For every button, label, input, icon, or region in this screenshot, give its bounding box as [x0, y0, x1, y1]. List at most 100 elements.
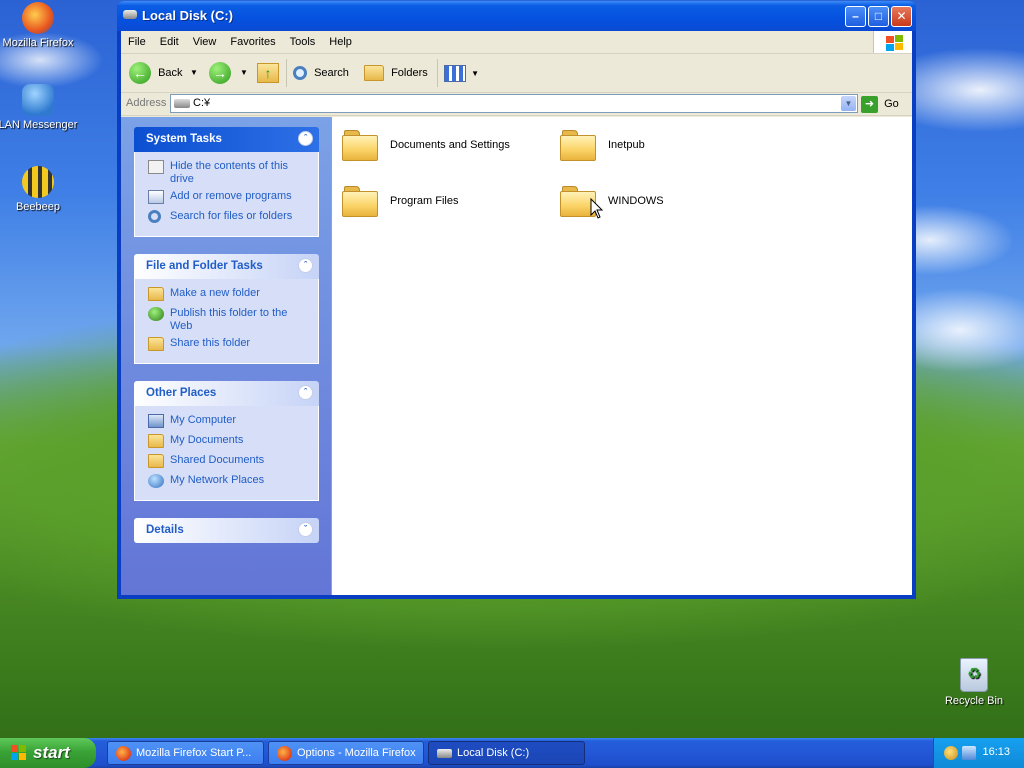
go-arrow-icon: ➜ — [861, 95, 878, 113]
place-my-computer[interactable]: My Computer — [135, 414, 318, 430]
views-button[interactable]: ▼ — [444, 61, 479, 85]
system-tasks-title: System Tasks — [146, 133, 222, 145]
place-my-network-places[interactable]: My Network Places — [135, 474, 318, 490]
other-places-title: Other Places — [146, 387, 217, 399]
folder-item[interactable]: Documents and Settings — [342, 127, 542, 167]
collapse-chevron-icon[interactable]: ˆ — [298, 385, 313, 400]
forward-button[interactable]: → — [209, 61, 231, 85]
folder-icon — [560, 127, 596, 161]
clock[interactable]: 16:13 — [982, 746, 1010, 758]
address-label: Address — [126, 97, 167, 109]
task-add-remove-programs[interactable]: Add or remove programs — [135, 190, 318, 206]
details-title: Details — [146, 524, 184, 536]
desktop-icon-beebeep[interactable]: Beebeep — [0, 166, 78, 213]
folder-name: WINDOWS — [608, 195, 664, 207]
details-header[interactable]: Details ˇ — [134, 518, 319, 543]
other-places-body: My Computer My Documents Shared Document… — [134, 406, 319, 501]
task-label: Add or remove programs — [170, 190, 292, 202]
menu-favorites[interactable]: Favorites — [223, 31, 282, 53]
task-make-new-folder[interactable]: Make a new folder — [135, 287, 318, 303]
desktop-icon-lan-messenger[interactable]: LAN Messenger — [0, 84, 78, 131]
explorer-window: Local Disk (C:) – □ ✕ File Edit View Favori… — [117, 1, 916, 599]
go-label: Go — [884, 98, 899, 110]
system-tasks-header[interactable]: System Tasks ˆ — [134, 127, 319, 152]
menu-file[interactable]: File — [121, 31, 153, 53]
lan-messenger-icon — [22, 84, 54, 116]
file-folder-tasks-header[interactable]: File and Folder Tasks ˆ — [134, 254, 319, 279]
address-dropdown-icon[interactable]: ▼ — [841, 96, 856, 111]
collapse-chevron-icon[interactable]: ˆ — [298, 131, 313, 146]
folders-icon — [364, 65, 384, 82]
toolbar-separator — [437, 59, 438, 87]
folder-item[interactable]: Inetpub — [560, 127, 760, 167]
window-title: Local Disk (C:) — [142, 8, 234, 23]
hide-contents-icon — [148, 160, 164, 174]
forward-dropdown-icon[interactable]: ▼ — [240, 61, 248, 85]
shared-folder-icon — [148, 454, 164, 468]
mouse-cursor-icon — [590, 198, 604, 219]
menu-edit[interactable]: Edit — [153, 31, 186, 53]
start-label: start — [33, 743, 70, 762]
tray-network-icon[interactable] — [962, 746, 976, 760]
search-button[interactable]: Search — [293, 61, 349, 85]
taskbar-item-firefox-options[interactable]: Options - Mozilla Firefox — [268, 741, 424, 765]
taskbar-item-label: Options - Mozilla Firefox — [297, 747, 416, 759]
taskbar-item-label: Mozilla Firefox Start P... — [136, 747, 252, 759]
folder-item[interactable]: Program Files — [342, 183, 542, 223]
folder-icon — [342, 183, 378, 217]
tray-app-icon[interactable] — [944, 746, 958, 760]
start-button[interactable]: start — [0, 738, 96, 768]
back-dropdown-icon[interactable]: ▼ — [190, 61, 198, 85]
task-publish-web[interactable]: Publish this folder to the Web — [135, 307, 318, 333]
task-search-files[interactable]: Search for files or folders — [135, 210, 318, 226]
share-folder-icon — [148, 337, 164, 351]
folder-name: Documents and Settings — [390, 139, 510, 151]
back-button[interactable]: ← Back — [129, 61, 183, 85]
task-hide-contents[interactable]: Hide the contents of this drive — [135, 160, 318, 186]
menu-tools[interactable]: Tools — [283, 31, 323, 53]
task-label: Publish this folder to the Web — [170, 307, 288, 332]
address-bar: Address C:¥ ▼ ➜ Go — [121, 93, 912, 116]
menu-view[interactable]: View — [186, 31, 224, 53]
title-bar[interactable]: Local Disk (C:) – □ ✕ — [117, 1, 916, 31]
minimize-button[interactable]: – — [845, 6, 866, 27]
desktop-icon-recycle-bin[interactable]: ♻ Recycle Bin — [934, 658, 1014, 707]
forward-arrow-icon: → — [209, 62, 231, 85]
maximize-button[interactable]: □ — [868, 6, 889, 27]
menu-help[interactable]: Help — [322, 31, 359, 53]
desktop-icon-firefox[interactable]: Mozilla Firefox — [0, 2, 78, 49]
recycle-bin-icon: ♻ — [960, 658, 988, 692]
folders-label: Folders — [391, 67, 428, 79]
taskbar-item-firefox-start[interactable]: Mozilla Firefox Start P... — [107, 741, 264, 765]
collapse-chevron-icon[interactable]: ˆ — [298, 258, 313, 273]
globe-icon — [148, 307, 164, 321]
go-button[interactable]: ➜ Go — [861, 94, 899, 114]
panes: System Tasks ˆ Hide the contents of this… — [121, 117, 912, 595]
views-dropdown-icon: ▼ — [471, 69, 479, 78]
up-folder-button[interactable]: ↑ — [257, 61, 279, 85]
desktop-icon-label: Mozilla Firefox — [2, 37, 74, 49]
back-arrow-icon: ← — [129, 62, 151, 85]
firefox-icon — [116, 746, 131, 761]
system-tray: 16:13 — [933, 738, 1024, 768]
search-icon — [293, 66, 307, 81]
folders-button[interactable]: Folders — [364, 61, 428, 85]
expand-chevron-icon[interactable]: ˇ — [298, 522, 313, 537]
task-label: Search for files or folders — [170, 210, 293, 222]
taskbar-item-local-disk[interactable]: Local Disk (C:) — [428, 741, 585, 765]
drive-icon — [174, 99, 190, 108]
place-label: Shared Documents — [170, 454, 265, 466]
taskbar: start Mozilla Firefox Start P... Options… — [0, 738, 1024, 768]
other-places-header[interactable]: Other Places ˆ — [134, 381, 319, 406]
drive-icon — [437, 749, 452, 758]
file-folder-tasks-body: Make a new folder Publish this folder to… — [134, 279, 319, 364]
details-panel: Details ˇ — [134, 518, 319, 543]
address-input[interactable]: C:¥ ▼ — [170, 94, 858, 113]
place-my-documents[interactable]: My Documents — [135, 434, 318, 450]
task-share-folder[interactable]: Share this folder — [135, 337, 318, 353]
windows-logo-icon — [11, 745, 27, 761]
back-label: Back — [158, 67, 183, 79]
place-shared-documents[interactable]: Shared Documents — [135, 454, 318, 470]
place-label: My Documents — [170, 434, 244, 446]
close-button[interactable]: ✕ — [891, 6, 912, 27]
